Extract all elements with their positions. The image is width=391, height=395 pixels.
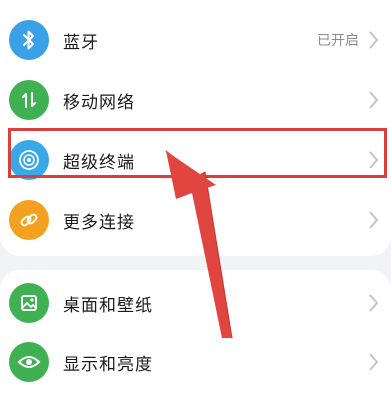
settings-screen: 蓝牙 已开启 移动网络 超级终端 更多连接 桌面和壁纸 显示和亮度 <box>0 0 391 395</box>
annotation-arrow <box>165 150 233 339</box>
